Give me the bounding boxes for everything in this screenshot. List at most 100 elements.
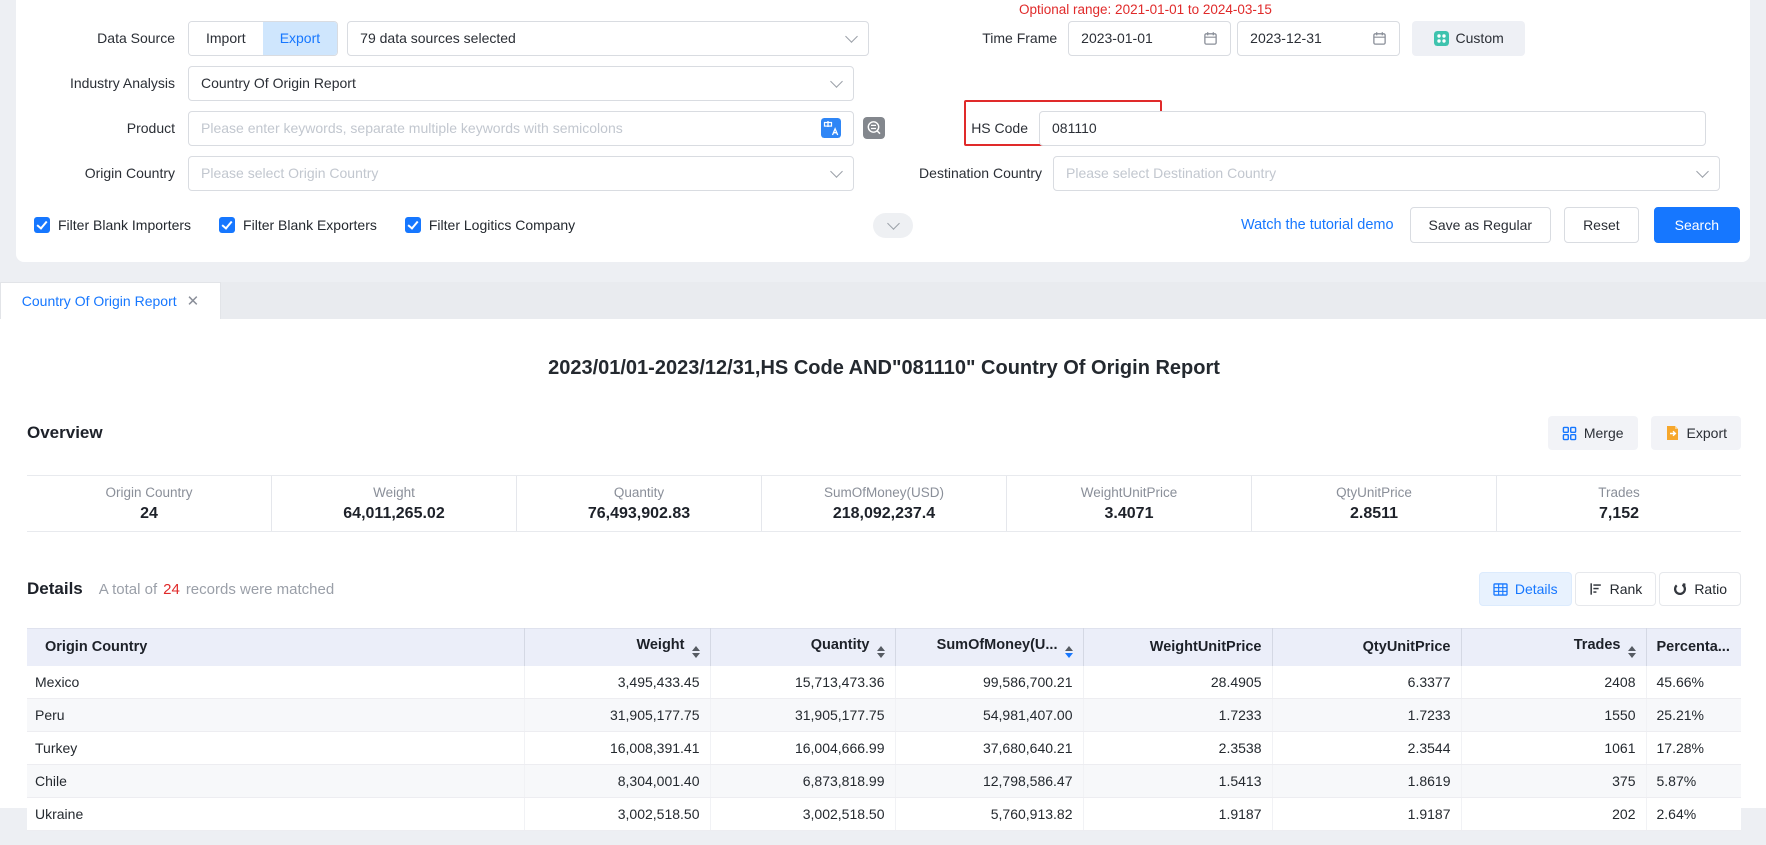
report-tab-strip: Country Of Origin Report ✕ (0, 282, 1766, 319)
stat-qty-unit-price: QtyUnitPrice 2.8511 (1252, 476, 1497, 531)
view-ratio-button[interactable]: Ratio (1659, 572, 1741, 606)
table-icon (1493, 583, 1508, 596)
origin-country-placeholder (201, 165, 832, 181)
details-header: Details A total of24records were matched… (27, 572, 1741, 606)
filter-row-data-source: Data Source Import Export 79 data source… (16, 20, 1740, 56)
chevron-down-icon (830, 165, 843, 178)
checkbox-checked-icon (219, 217, 235, 233)
filter-blank-exporters-checkbox[interactable]: Filter Blank Exporters (219, 217, 377, 233)
custom-button-label: Custom (1456, 30, 1504, 46)
start-date-input[interactable]: 2023-01-01 (1068, 21, 1231, 56)
sort-desc-icon[interactable] (1065, 646, 1073, 658)
close-icon[interactable]: ✕ (187, 294, 200, 309)
filter-panel: Optional range: 2021-01-01 to 2024-03-15… (16, 0, 1750, 262)
import-toggle-button[interactable]: Import (189, 22, 263, 55)
export-toggle-button[interactable]: Export (263, 22, 337, 55)
search-button[interactable]: Search (1654, 207, 1740, 243)
export-button-label: Export (1687, 425, 1727, 441)
view-switcher: Details Rank Ratio (1479, 572, 1741, 606)
product-input[interactable] (201, 120, 817, 136)
view-rank-label: Rank (1610, 581, 1643, 597)
collapse-filters-button[interactable] (873, 213, 913, 238)
stat-quantity: Quantity 76,493,902.83 (517, 476, 762, 531)
merge-button-label: Merge (1584, 425, 1624, 441)
col-weight-unit-price: WeightUnitPrice (1083, 629, 1272, 666)
filter-blank-importers-checkbox[interactable]: Filter Blank Importers (34, 217, 191, 233)
col-trades[interactable]: Trades (1461, 629, 1646, 666)
product-label: Product (16, 120, 175, 136)
sort-icon[interactable] (877, 646, 885, 658)
col-sum-of-money[interactable]: SumOfMoney(U... (895, 629, 1083, 666)
tab-country-of-origin-report[interactable]: Country Of Origin Report ✕ (0, 282, 221, 319)
col-percentage: Percenta... (1646, 629, 1741, 666)
data-source-label: Data Source (16, 30, 175, 46)
rank-icon (1589, 582, 1603, 596)
destination-country-select[interactable] (1053, 156, 1720, 191)
overview-stats-bar: Origin Country 24 Weight 64,011,265.02 Q… (27, 475, 1741, 532)
filter-row-countries: Origin Country Destination Country (16, 155, 1740, 191)
col-qty-unit-price: QtyUnitPrice (1272, 629, 1461, 666)
calendar-icon (1203, 31, 1218, 46)
stat-sum-of-money: SumOfMoney(USD) 218,092,237.4 (762, 476, 1007, 531)
export-button[interactable]: Export (1651, 416, 1741, 450)
filter-logistics-company-checkbox[interactable]: Filter Logitics Company (405, 217, 575, 233)
sort-icon[interactable] (692, 646, 700, 658)
export-icon (1665, 425, 1680, 441)
destination-country-placeholder (1066, 165, 1698, 181)
chevron-down-icon (845, 30, 858, 43)
end-date-input[interactable]: 2023-12-31 (1237, 21, 1400, 56)
stat-origin-country: Origin Country 24 (27, 476, 272, 531)
chevron-down-icon (1696, 165, 1709, 178)
table-row[interactable]: Mexico3,495,433.4515,713,473.3699,586,70… (27, 666, 1741, 699)
table-row[interactable]: Chile8,304,001.406,873,818.9912,798,586.… (27, 765, 1741, 798)
overview-header: Overview Merge Export (27, 416, 1741, 450)
view-details-button[interactable]: Details (1479, 572, 1572, 606)
table-row[interactable]: Peru31,905,177.7531,905,177.7554,981,407… (27, 699, 1741, 732)
hs-code-input-box (1039, 111, 1706, 146)
report-title: 2023/01/01-2023/12/31,HS Code AND"081110… (27, 319, 1741, 380)
optional-range-text: Optional range: 2021-01-01 to 2024-03-15 (1019, 2, 1272, 17)
industry-analysis-label: Industry Analysis (16, 75, 175, 91)
exact-search-icon[interactable] (863, 117, 885, 139)
origin-country-label: Origin Country (16, 165, 175, 181)
col-origin-country: Origin Country (27, 629, 524, 666)
overview-heading: Overview (27, 423, 103, 443)
view-rank-button[interactable]: Rank (1575, 572, 1657, 606)
stat-weight: Weight 64,011,265.02 (272, 476, 517, 531)
reset-button[interactable]: Reset (1564, 207, 1639, 243)
sort-icon[interactable] (1628, 646, 1636, 658)
data-source-toggle: Import Export (188, 21, 338, 56)
report-content: 2023/01/01-2023/12/31,HS Code AND"081110… (0, 319, 1766, 808)
match-count: 24 (157, 581, 186, 598)
destination-country-label: Destination Country (854, 165, 1042, 181)
save-as-regular-button[interactable]: Save as Regular (1410, 207, 1552, 243)
merge-button[interactable]: Merge (1548, 416, 1638, 450)
chevron-down-icon (887, 217, 900, 230)
hs-code-label: HS Code (885, 120, 1028, 136)
data-sources-select-value: 79 data sources selected (360, 30, 847, 46)
checkbox-label: Filter Blank Importers (58, 217, 191, 233)
filter-row-product-hscode: Product HS Code (16, 110, 1740, 146)
end-date-value: 2023-12-31 (1250, 30, 1322, 46)
col-quantity[interactable]: Quantity (710, 629, 895, 666)
data-sources-select[interactable]: 79 data sources selected (347, 21, 869, 56)
checkbox-checked-icon (34, 217, 50, 233)
product-input-box (188, 111, 854, 146)
custom-range-button[interactable]: Custom (1412, 21, 1525, 56)
hs-code-input[interactable] (1052, 120, 1693, 136)
col-weight[interactable]: Weight (524, 629, 710, 666)
table-row[interactable]: Ukraine3,002,518.503,002,518.505,760,913… (27, 798, 1741, 831)
origin-country-select[interactable] (188, 156, 854, 191)
translate-icon[interactable] (821, 118, 841, 138)
checkbox-label: Filter Blank Exporters (243, 217, 377, 233)
chevron-down-icon (830, 75, 843, 88)
tutorial-demo-link[interactable]: Watch the tutorial demo (1241, 217, 1394, 233)
checkbox-checked-icon (405, 217, 421, 233)
details-table: Origin Country Weight Quantity SumOfMone… (27, 628, 1741, 831)
industry-analysis-select[interactable]: Country Of Origin Report (188, 66, 854, 101)
match-summary: A total of24records were matched (99, 581, 334, 598)
view-details-label: Details (1515, 581, 1558, 597)
table-header-row: Origin Country Weight Quantity SumOfMone… (27, 629, 1741, 666)
start-date-value: 2023-01-01 (1081, 30, 1153, 46)
table-row[interactable]: Turkey16,008,391.4116,004,666.9937,680,6… (27, 732, 1741, 765)
